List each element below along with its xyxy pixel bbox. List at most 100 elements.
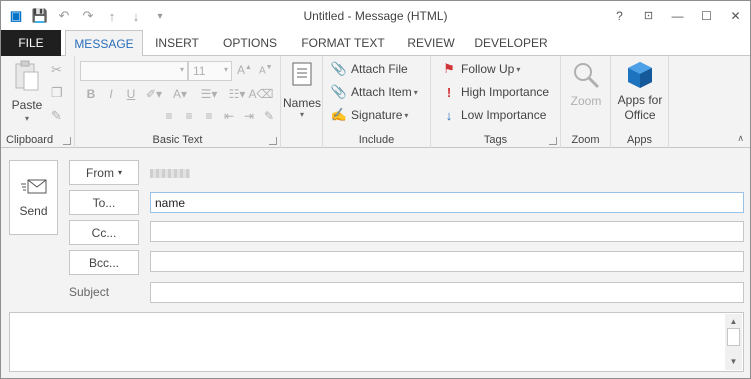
follow-up-label: Follow Up xyxy=(461,62,515,76)
tab-format-text[interactable]: FORMAT TEXT xyxy=(295,30,391,56)
align-center-icon[interactable]: ≡ xyxy=(179,106,199,126)
signature-icon: ✍ xyxy=(330,107,348,122)
chevron-down-icon: ▾ xyxy=(404,110,409,120)
align-left-icon[interactable]: ≡ xyxy=(159,106,179,126)
grow-font-icon[interactable]: A▲ xyxy=(237,63,252,77)
close-button[interactable]: ✕ xyxy=(721,1,750,30)
tab-insert[interactable]: INSERT xyxy=(148,30,206,56)
attach-file-button[interactable]: 📎 Attach File xyxy=(331,59,408,79)
low-importance-label: Low Importance xyxy=(461,108,547,122)
chevron-down-icon: ▾ xyxy=(413,87,418,97)
chevron-down-icon: ▾ xyxy=(516,64,521,74)
magnifier-icon xyxy=(574,63,600,89)
chevron-down-icon: ▾ xyxy=(117,168,122,177)
collapse-ribbon-icon[interactable]: ∧ xyxy=(737,133,744,144)
bold-icon[interactable]: B xyxy=(81,84,101,104)
minimize-button[interactable]: — xyxy=(663,1,692,30)
low-importance-button[interactable]: ↓ Low Importance xyxy=(441,105,547,125)
paste-label: Paste xyxy=(11,98,43,112)
font-name-select[interactable]: ▾ xyxy=(80,61,188,81)
tab-developer[interactable]: DEVELOPER xyxy=(471,30,551,56)
numbering-icon[interactable]: ☷▾ xyxy=(223,84,251,104)
apps-for-office-button[interactable]: Apps for Office xyxy=(613,60,667,128)
decrease-indent-icon[interactable]: ⇤ xyxy=(219,106,239,126)
scroll-up-icon[interactable]: ▲ xyxy=(725,314,742,328)
font-color-icon[interactable]: A▾ xyxy=(167,84,193,104)
zoom-button[interactable]: Zoom xyxy=(565,60,607,120)
underline-icon[interactable]: U xyxy=(121,84,141,104)
zoom-button-label: Zoom xyxy=(570,94,602,108)
send-envelope-icon xyxy=(20,179,46,193)
format-painter-icon[interactable]: ✎ xyxy=(51,108,62,124)
cc-button[interactable]: Cc... xyxy=(69,220,139,245)
apps-for-office-icon xyxy=(628,62,652,88)
font-size-value: 11 xyxy=(193,64,206,78)
paste-button[interactable]: Paste ▾ xyxy=(7,60,47,126)
list-row: ☰▾ ☷▾ A⌫ xyxy=(195,84,274,104)
send-button[interactable]: Send xyxy=(9,160,58,235)
help-button[interactable]: ? xyxy=(605,1,634,30)
include-group-label: Include xyxy=(358,134,395,146)
tab-options[interactable]: OPTIONS xyxy=(215,30,285,56)
scroll-down-icon[interactable]: ▼ xyxy=(725,354,742,368)
apps-group: Apps for Office Apps xyxy=(611,56,669,148)
increase-indent-icon[interactable]: ⇥ xyxy=(239,106,259,126)
from-button[interactable]: From ▾ xyxy=(69,160,139,185)
window-controls: ? ⊡ — ☐ ✕ xyxy=(605,1,750,30)
basic-text-group: ▾ 11 ▾ A▲ A▼ B I U ✐▾ A▾ ☰▾ ☷▾ A⌫ ≡ ≡ ≡ … xyxy=(75,56,281,148)
basic-text-launcher-icon[interactable] xyxy=(269,137,277,145)
clipboard-launcher-icon[interactable] xyxy=(63,137,71,145)
shrink-font-icon[interactable]: A▼ xyxy=(259,64,273,76)
attach-file-label: Attach File xyxy=(351,62,408,76)
high-importance-button[interactable]: ! High Importance xyxy=(441,82,549,102)
subject-field[interactable] xyxy=(150,282,744,303)
apps-for-office-label: Apps for Office xyxy=(617,93,663,122)
send-label: Send xyxy=(19,203,48,218)
high-importance-label: High Importance xyxy=(461,85,550,99)
names-button[interactable]: Names ▾ xyxy=(283,60,321,130)
clear-formatting-icon[interactable]: A⌫ xyxy=(249,84,274,104)
from-address-redacted xyxy=(150,169,190,178)
names-group: Names ▾ xyxy=(281,56,323,148)
tab-file[interactable]: FILE xyxy=(1,30,61,56)
zoom-group: Zoom Zoom xyxy=(561,56,611,148)
names-label: Names xyxy=(283,96,322,110)
tab-review[interactable]: REVIEW xyxy=(401,30,461,56)
format-row-1: B I U ✐▾ A▾ xyxy=(81,84,193,104)
title-bar: ▣ 💾 ↶ ↷ ↑ ↓ ▾ Untitled - Message (HTML) … xyxy=(1,1,750,30)
message-body[interactable]: ▲ ▼ xyxy=(9,312,744,372)
attach-item-icon: 📎 xyxy=(330,84,348,99)
body-scrollbar[interactable]: ▲ ▼ xyxy=(725,314,742,370)
scroll-thumb[interactable] xyxy=(727,328,740,346)
align-row: ≡ ≡ ≡ ⇤ ⇥ ✎ xyxy=(159,106,279,126)
bcc-button[interactable]: Bcc... xyxy=(69,250,139,275)
to-field[interactable]: name xyxy=(150,192,744,213)
signature-button[interactable]: ✍ Signature ▾ xyxy=(331,105,408,125)
tab-message[interactable]: MESSAGE xyxy=(65,30,143,57)
eraser-icon[interactable]: ✎ xyxy=(259,106,279,126)
cut-icon[interactable]: ✂ xyxy=(51,62,62,78)
font-size-select[interactable]: 11 ▾ xyxy=(188,61,232,81)
bullets-icon[interactable]: ☰▾ xyxy=(195,84,223,104)
to-button[interactable]: To... xyxy=(69,190,139,215)
ribbon-display-options-button[interactable]: ⊡ xyxy=(634,1,663,30)
cc-field[interactable] xyxy=(150,221,744,242)
paste-icon xyxy=(15,60,39,91)
attach-item-label: Attach Item xyxy=(351,85,412,99)
maximize-button[interactable]: ☐ xyxy=(692,1,721,30)
bcc-field[interactable] xyxy=(150,251,744,272)
copy-icon[interactable]: ❐ xyxy=(51,85,63,101)
apps-group-label: Apps xyxy=(626,134,653,146)
attach-item-button[interactable]: 📎 Attach Item ▾ xyxy=(331,82,418,102)
align-right-icon[interactable]: ≡ xyxy=(199,106,219,126)
highlight-icon[interactable]: ✐▾ xyxy=(141,84,167,104)
tags-group-label: Tags xyxy=(483,134,508,146)
cc-label: Cc... xyxy=(91,225,117,240)
clipboard-group: Paste ▾ ✂ ❐ ✎ Clipboard xyxy=(1,56,75,148)
tags-launcher-icon[interactable] xyxy=(549,137,557,145)
compose-pane: Send From ▾ To... name Cc... Bcc... Subj… xyxy=(1,148,750,378)
follow-up-button[interactable]: ⚑ Follow Up ▾ xyxy=(441,59,520,79)
address-book-icon xyxy=(292,62,312,86)
to-label: To... xyxy=(92,195,116,210)
italic-icon[interactable]: I xyxy=(101,84,121,104)
